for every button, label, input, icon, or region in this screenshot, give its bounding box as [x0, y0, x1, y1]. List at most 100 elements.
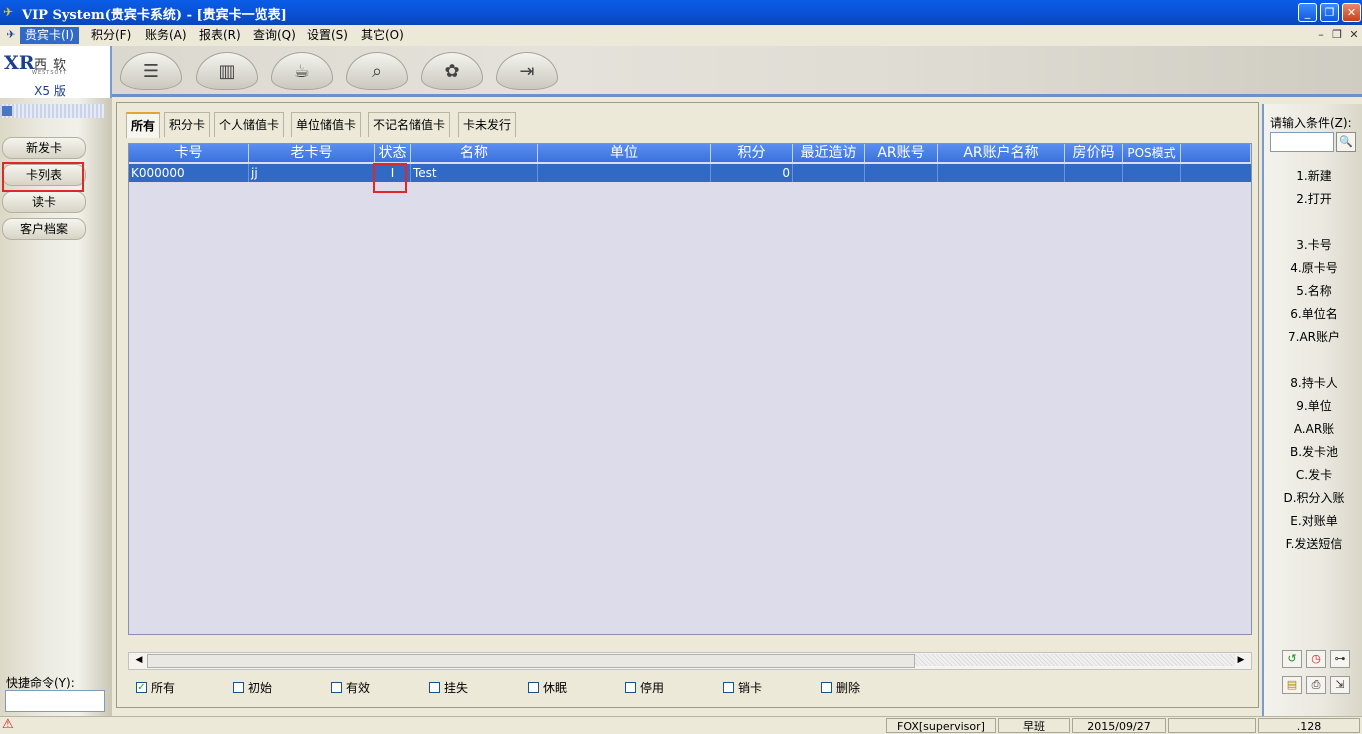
cmd-new[interactable]: 1.新建: [1264, 167, 1362, 184]
checkbox-icon[interactable]: [723, 681, 734, 693]
scroll-left-icon[interactable]: ◀: [131, 653, 147, 667]
filter-valid-checkbox[interactable]: 有效: [331, 680, 370, 695]
clock-icon[interactable]: ◷: [1306, 650, 1326, 668]
quick-command-input[interactable]: [5, 690, 105, 712]
cell-points[interactable]: 0: [711, 164, 793, 182]
panel-pin-icon[interactable]: [2, 106, 12, 116]
cell-old-card-no[interactable]: jj: [249, 164, 375, 182]
scrollbar-track[interactable]: [915, 654, 1235, 666]
column-header-ar-name[interactable]: AR账户名称: [938, 144, 1065, 162]
cmd-statement[interactable]: E.对账单: [1264, 512, 1362, 529]
checkbox-icon[interactable]: [821, 681, 832, 693]
filter-initial-checkbox[interactable]: 初始: [233, 680, 272, 695]
tab-personal-stored-card[interactable]: 个人储值卡: [214, 112, 285, 137]
cell-card-no[interactable]: K000000: [129, 164, 249, 182]
cmd-points-posting[interactable]: D.积分入账: [1264, 489, 1362, 506]
cmd-original-card-no[interactable]: 4.原卡号: [1264, 259, 1362, 276]
search-icon[interactable]: 🔍: [1336, 132, 1356, 152]
tab-all[interactable]: 所有: [126, 112, 161, 138]
column-header-last-visit[interactable]: 最近造访: [793, 144, 865, 162]
menu-query[interactable]: 查询(Q): [248, 27, 301, 44]
cell-ar-no[interactable]: [865, 164, 938, 182]
cmd-card-pool[interactable]: B.发卡池: [1264, 443, 1362, 460]
tab-anonymous-stored-card[interactable]: 不记名储值卡: [368, 112, 451, 137]
column-header-pos-mode[interactable]: POS模式: [1123, 144, 1181, 162]
print-icon[interactable]: ⎙: [1306, 676, 1326, 694]
status-user: FOX[supervisor]: [886, 718, 996, 733]
cmd-unit-name[interactable]: 6.单位名: [1264, 305, 1362, 322]
horizontal-scrollbar[interactable]: ◀ ▶: [128, 652, 1252, 670]
filter-dormant-checkbox[interactable]: 休眠: [528, 680, 567, 695]
table-row[interactable]: K000000 jj I Test 0: [129, 164, 1251, 182]
cell-rate-code[interactable]: [1065, 164, 1123, 182]
nav-customer-file-button[interactable]: 客户档案: [2, 218, 86, 240]
scroll-right-icon[interactable]: ▶: [1233, 653, 1249, 667]
checkbox-icon[interactable]: [233, 681, 244, 693]
checkbox-icon[interactable]: [429, 681, 440, 693]
nav-new-card-button[interactable]: 新发卡: [2, 137, 86, 159]
filter-disabled-checkbox[interactable]: 停用: [625, 680, 665, 695]
menu-settings[interactable]: 设置(S): [302, 27, 353, 44]
menu-accounts[interactable]: 账务(A): [140, 27, 192, 44]
tab-card-unissued[interactable]: 卡未发行: [458, 112, 517, 137]
cmd-issue-card[interactable]: C.发卡: [1264, 466, 1362, 483]
window-title: VIP System(贵宾卡系统) - [贵宾卡一览表]: [22, 8, 287, 23]
column-header-unit[interactable]: 单位: [538, 144, 711, 162]
menu-reports[interactable]: 报表(R): [194, 27, 246, 44]
cmd-cardholder[interactable]: 8.持卡人: [1264, 374, 1362, 391]
filter-label: 停用: [640, 680, 665, 695]
checkbox-icon[interactable]: [528, 681, 539, 693]
export-icon[interactable]: ⇲: [1330, 676, 1350, 694]
column-header-card-no[interactable]: 卡号: [129, 144, 249, 162]
filter-deleted-checkbox[interactable]: 删除: [821, 680, 860, 695]
cell-name[interactable]: Test: [411, 164, 538, 182]
mdi-close-icon[interactable]: ✕: [1347, 28, 1361, 42]
refresh-icon[interactable]: ↺: [1282, 650, 1302, 668]
column-header-status[interactable]: 状态: [375, 144, 411, 162]
cmd-ar-account[interactable]: 7.AR账户: [1264, 328, 1362, 345]
status-date: 2015/09/27: [1072, 718, 1166, 733]
column-header-ar-no[interactable]: AR账号: [865, 144, 938, 162]
cmd-send-sms[interactable]: F.发送短信: [1264, 535, 1362, 552]
filter-all-checkbox[interactable]: ✓ 所有: [136, 680, 175, 695]
restore-button[interactable]: ❐: [1320, 3, 1339, 22]
mdi-minimize-icon[interactable]: –: [1314, 28, 1328, 42]
nav-read-card-button[interactable]: 读卡: [2, 191, 86, 213]
cell-last-visit[interactable]: [793, 164, 865, 182]
status-shift: 早班: [998, 718, 1070, 733]
tab-company-stored-card[interactable]: 单位储值卡: [291, 112, 362, 137]
column-header-old-card-no[interactable]: 老卡号: [249, 144, 375, 162]
column-header-name[interactable]: 名称: [411, 144, 538, 162]
cell-unit[interactable]: [538, 164, 711, 182]
cell-ar-name[interactable]: [938, 164, 1065, 182]
mdi-restore-icon[interactable]: ❐: [1330, 28, 1344, 42]
menu-points[interactable]: 积分(F): [86, 27, 136, 44]
mdi-app-icon[interactable]: ✈: [4, 28, 18, 42]
status-bar: FOX[supervisor] 早班 2015/09/27 .128: [0, 716, 1362, 734]
minimize-button[interactable]: _: [1298, 3, 1317, 22]
column-header-rate-code[interactable]: 房价码: [1065, 144, 1123, 162]
folder-icon[interactable]: ▤: [1282, 676, 1302, 694]
scrollbar-thumb[interactable]: [147, 654, 915, 668]
filter-cancelled-checkbox[interactable]: 销卡: [723, 680, 762, 695]
cmd-unit[interactable]: 9.单位: [1264, 397, 1362, 414]
column-header-points[interactable]: 积分: [711, 144, 793, 162]
app-icon[interactable]: ✈: [3, 5, 17, 19]
cmd-open[interactable]: 2.打开: [1264, 190, 1362, 207]
checkbox-icon[interactable]: [331, 681, 342, 693]
cell-pos-mode[interactable]: [1123, 164, 1181, 182]
menu-vip-card[interactable]: 贵宾卡(I): [20, 27, 79, 44]
status-blank: [1168, 718, 1256, 733]
tree-icon[interactable]: ⊶: [1330, 650, 1350, 668]
filter-lost-checkbox[interactable]: 挂失: [429, 680, 468, 695]
checkbox-icon[interactable]: [625, 681, 636, 693]
close-button[interactable]: ✕: [1342, 3, 1361, 22]
cmd-name[interactable]: 5.名称: [1264, 282, 1362, 299]
cmd-ar-ledger[interactable]: A.AR账: [1264, 420, 1362, 437]
menu-other[interactable]: 其它(O): [356, 27, 409, 44]
search-input[interactable]: [1270, 132, 1334, 152]
cmd-card-no[interactable]: 3.卡号: [1264, 236, 1362, 253]
checkbox-checked-icon[interactable]: ✓: [136, 681, 147, 693]
tab-points-card[interactable]: 积分卡: [164, 112, 211, 137]
panel-strip: [0, 104, 104, 118]
